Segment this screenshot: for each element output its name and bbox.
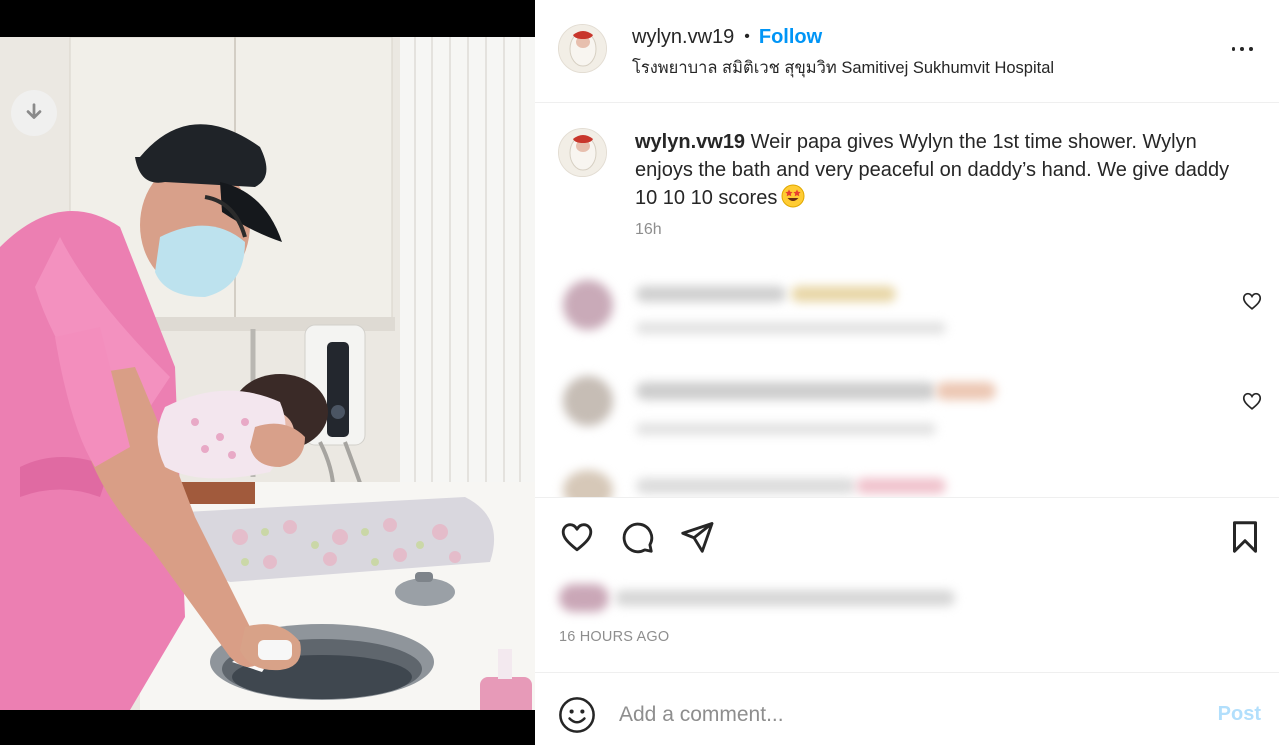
more-options-button[interactable] [1229,36,1255,62]
emoji-picker-button[interactable] [558,696,596,734]
like-button[interactable] [557,517,597,557]
download-icon [26,103,42,119]
comment-button[interactable] [617,517,657,557]
comment-like-button[interactable] [1241,390,1263,412]
post-header: wylyn.vw19 • Follow โรงพยาบาล สมิติเวช ส… [535,0,1279,103]
save-button[interactable] [1225,517,1265,557]
post-author-username[interactable]: wylyn.vw19 [632,26,734,49]
caption-text: wylyn.vw19 Weir papa gives Wylyn the 1st… [635,129,1235,213]
caption-username[interactable]: wylyn.vw19 [635,131,745,153]
post-media [0,0,535,745]
caption-avatar[interactable] [558,128,607,177]
post-actions [535,517,1279,557]
comment-icon [622,522,654,554]
post-details-panel: wylyn.vw19 • Follow โรงพยาบาล สมิติเวช ส… [535,0,1279,745]
heart-icon [1242,292,1262,310]
add-comment-bar: Post [535,672,1279,745]
smile-icon [559,697,595,733]
divider [535,497,1279,498]
more-icon [1231,47,1236,51]
post-comment-button[interactable]: Post [1218,703,1261,726]
likes-summary[interactable] [555,578,965,618]
comment-input[interactable] [619,695,1179,735]
caption-time: 16h [635,221,662,238]
download-button[interactable] [11,90,57,136]
post-photo[interactable] [0,37,535,710]
share-button[interactable] [677,517,717,557]
bookmark-icon [1233,521,1257,553]
comment-like-button[interactable] [1241,290,1263,312]
comments-list [541,258,1279,498]
avatar[interactable] [558,24,607,73]
post-location[interactable]: โรงพยาบาล สมิติเวช สุขุมวิท Samitivej Su… [632,55,1054,81]
share-icon [681,522,714,553]
star-struck-emoji-icon [781,184,805,208]
follow-button[interactable]: Follow [759,26,822,49]
heart-icon [561,523,593,552]
post-timestamp[interactable]: 16 HOURS AGO [559,629,669,645]
separator-dot: • [744,28,750,45]
heart-icon [1242,392,1262,410]
